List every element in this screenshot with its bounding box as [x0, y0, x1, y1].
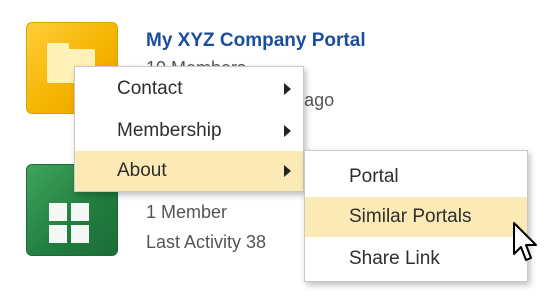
- menu-item-about[interactable]: About: [75, 151, 303, 191]
- submenu-item-label: Similar Portals: [349, 206, 472, 227]
- submenu-item-similar-portals[interactable]: Similar Portals: [305, 197, 527, 237]
- menu-item-label: About: [117, 160, 167, 181]
- submenu-item-label: Share Link: [349, 248, 440, 269]
- portal-title-link[interactable]: My XYZ Company Portal: [146, 30, 366, 52]
- context-menu: Contact Membership About: [74, 66, 304, 192]
- submenu-arrow-icon: [284, 165, 291, 177]
- about-submenu: Portal Similar Portals Share Link: [304, 150, 528, 282]
- mouse-cursor-icon: [513, 222, 537, 261]
- menu-item-label: Contact: [117, 78, 183, 99]
- portal-members: 1 Member: [146, 202, 228, 222]
- submenu-arrow-icon: [284, 125, 291, 137]
- submenu-item-label: Portal: [349, 166, 399, 187]
- menu-item-label: Membership: [117, 120, 222, 141]
- submenu-arrow-icon: [284, 83, 291, 95]
- submenu-item-portal[interactable]: Portal: [305, 157, 527, 197]
- submenu-item-share-link[interactable]: Share Link: [305, 239, 527, 279]
- menu-item-membership[interactable]: Membership: [75, 111, 303, 151]
- portal-last-activity: Last Activity 38: [146, 232, 267, 252]
- menu-item-contact[interactable]: Contact: [75, 69, 303, 109]
